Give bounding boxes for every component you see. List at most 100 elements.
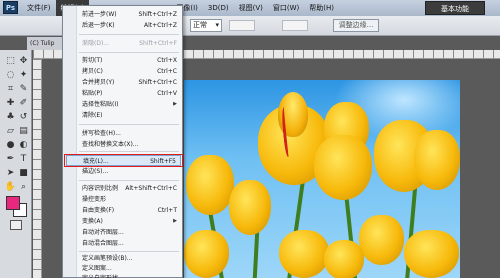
tulip-flower [184, 230, 229, 278]
menu-item-label: 变换(A) [82, 218, 103, 225]
menu-file[interactable]: 文件(F) [22, 0, 56, 16]
menu-item-label: 描边(S)... [82, 168, 109, 175]
menu-item-shortcut: Alt+Ctrl+Z [144, 22, 177, 29]
menu-item-label: 操控变形 [82, 196, 107, 203]
menu-item-label: 粘贴(P) [82, 90, 103, 97]
shape-tool-icon[interactable]: ■ [17, 167, 30, 180]
menu-item-copy-merged[interactable]: 合并拷贝(Y) Shift+Ctrl+C [66, 77, 181, 88]
menu-item-content-aware-scale[interactable]: 内容识别比例 Alt+Shift+Ctrl+C [66, 183, 181, 194]
menu-item-label: 定义图案... [82, 265, 112, 272]
edit-menu-dropdown: 前进一步(W) Shift+Ctrl+Z 后退一步(K) Alt+Ctrl+Z 渐隐… [62, 5, 183, 278]
path-selection-icon[interactable]: ➤ [4, 167, 17, 180]
foreground-color-swatch[interactable] [6, 196, 20, 210]
menu-item-paste[interactable]: 粘贴(P) Ctrl+V [66, 88, 181, 99]
image-canvas[interactable] [184, 80, 460, 278]
menu-item-define-custom-shape[interactable]: 定义自定形状... [66, 274, 181, 278]
menu-item-stroke[interactable]: 描边(S)... [66, 166, 181, 177]
move-tool-icon[interactable]: ✥ [17, 55, 30, 68]
menu-item-shortcut: Shift+Ctrl+Z [138, 11, 177, 18]
menu-item-shortcut: Alt+Shift+Ctrl+C [125, 185, 177, 192]
menu-item-shortcut: Shift+Ctrl+F [139, 40, 177, 47]
menu-view[interactable]: 视图(V) [234, 0, 268, 16]
eyedropper-icon[interactable]: ✎ [17, 83, 30, 96]
menu-item-label: 合并拷贝(Y) [82, 79, 115, 86]
menu-item-shortcut: Shift+Ctrl+C [138, 79, 177, 86]
refine-edge-button[interactable]: 调整边缘... [333, 19, 379, 32]
submenu-arrow-icon: ▶ [173, 101, 177, 107]
menu-item-shortcut: Ctrl+X [157, 57, 177, 64]
pen-tool-icon[interactable]: ✒ [4, 153, 17, 166]
healing-brush-icon[interactable]: ✚ [4, 97, 17, 110]
magic-wand-icon[interactable]: ✦ [17, 69, 30, 82]
quick-mask-icon[interactable] [10, 220, 22, 230]
history-brush-icon[interactable]: ↺ [17, 111, 30, 124]
menu-item-cut[interactable]: 剪切(T) Ctrl+X [66, 55, 181, 66]
menu-item-shortcut: Ctrl+T [157, 207, 177, 214]
menu-item-define-pattern[interactable]: 定义图案... [66, 264, 181, 274]
menu-item-step-backward[interactable]: 后退一步(K) Alt+Ctrl+Z [66, 20, 181, 31]
lasso-tool-icon[interactable]: ◌ [4, 69, 17, 82]
menu-item-label: 自动混合图层... [82, 240, 124, 247]
menu-separator [79, 52, 179, 53]
hand-tool-icon[interactable]: ✋ [4, 181, 17, 194]
gradient-tool-icon[interactable]: ▤ [17, 125, 30, 138]
menu-separator [79, 151, 179, 152]
menu-item-label: 拼写检查(H)... [82, 130, 121, 137]
menu-item-shortcut: Ctrl+V [157, 90, 177, 97]
menu-separator [79, 34, 179, 35]
menu-item-label: 定义画笔预设(B)... [82, 255, 133, 262]
menu-item-label: 拷贝(C) [82, 68, 103, 75]
document-tab[interactable]: (C) Tulip [27, 37, 67, 50]
photoshop-logo: Ps [3, 1, 18, 14]
menu-item-fade[interactable]: 渐隐(D)... Shift+Ctrl+F [66, 38, 181, 49]
height-field[interactable] [282, 20, 308, 31]
menu-item-check-spelling[interactable]: 拼写检查(H)... [66, 128, 181, 139]
menu-item-label: 清除(E) [82, 112, 103, 119]
menu-item-define-brush-preset[interactable]: 定义画笔预设(B)... [66, 254, 181, 264]
marquee-tool-icon[interactable]: ⬚ [4, 55, 17, 68]
tulip-flower [404, 230, 459, 278]
menu-item-label: 前进一步(W) [82, 11, 117, 18]
menu-item-label: 查找和替换文本(X)... [82, 141, 139, 148]
tulip-flower [229, 180, 271, 235]
menu-item-label: 后退一步(K) [82, 22, 115, 29]
blur-tool-icon[interactable]: ● [4, 139, 17, 152]
vertical-ruler [33, 59, 42, 278]
menu-item-find-replace[interactable]: 查找和替换文本(X)... [66, 139, 181, 150]
menu-item-label: 选择性粘贴(I) [82, 101, 119, 108]
menu-item-free-transform[interactable]: 自由变换(F) Ctrl+T [66, 205, 181, 216]
tulip-flower [186, 155, 234, 215]
menu-item-paste-special[interactable]: 选择性粘贴(I) ▶ [66, 99, 181, 110]
tulip-flower [314, 135, 372, 200]
menu-separator [79, 251, 179, 252]
width-field[interactable] [229, 20, 255, 31]
menu-item-step-forward[interactable]: 前进一步(W) Shift+Ctrl+Z [66, 9, 181, 20]
menu-item-clear[interactable]: 清除(E) [66, 110, 181, 121]
menu-item-shortcut: Ctrl+C [157, 68, 177, 75]
clone-stamp-icon[interactable]: ♣ [4, 111, 17, 124]
brush-tool-icon[interactable]: ✐ [17, 97, 30, 110]
menu-item-label: 自动对齐图层... [82, 229, 124, 236]
menu-item-puppet-warp[interactable]: 操控变形 [66, 194, 181, 205]
dodge-tool-icon[interactable]: ◐ [17, 139, 30, 152]
menu-item-copy[interactable]: 拷贝(C) Ctrl+C [66, 66, 181, 77]
menu-item-transform[interactable]: 变换(A) ▶ [66, 216, 181, 227]
crop-tool-icon[interactable]: ⌗ [4, 83, 17, 96]
menu-item-label: 定义自定形状... [82, 274, 124, 278]
eraser-icon[interactable]: ▱ [4, 125, 17, 138]
type-tool-icon[interactable]: T [17, 153, 30, 166]
menu-item-label: 渐隐(D)... [82, 40, 110, 47]
toolbox: ⬚ ✥ ◌ ✦ ⌗ ✎ ✚ ✐ ♣ ↺ ▱ ▤ ● ◐ ✒ T ➤ ■ ✋ ⌕ [0, 50, 32, 278]
tulip-flower [414, 130, 460, 190]
tulip-flower [359, 215, 404, 265]
menu-3d[interactable]: 3D(D) [203, 0, 234, 16]
zoom-tool-icon[interactable]: ⌕ [17, 181, 30, 194]
menu-item-auto-blend-layers[interactable]: 自动混合图层... [66, 238, 181, 249]
menu-item-auto-align-layers[interactable]: 自动对齐图层... [66, 227, 181, 238]
workspace-switcher[interactable]: 基本功能 [425, 1, 485, 15]
menu-item-label: 剪切(T) [82, 57, 103, 64]
tulip-flower [324, 240, 364, 278]
menu-window[interactable]: 窗口(W) [268, 0, 304, 16]
mode-select[interactable]: 正常 [190, 19, 222, 32]
menu-help[interactable]: 帮助(H) [304, 0, 339, 16]
